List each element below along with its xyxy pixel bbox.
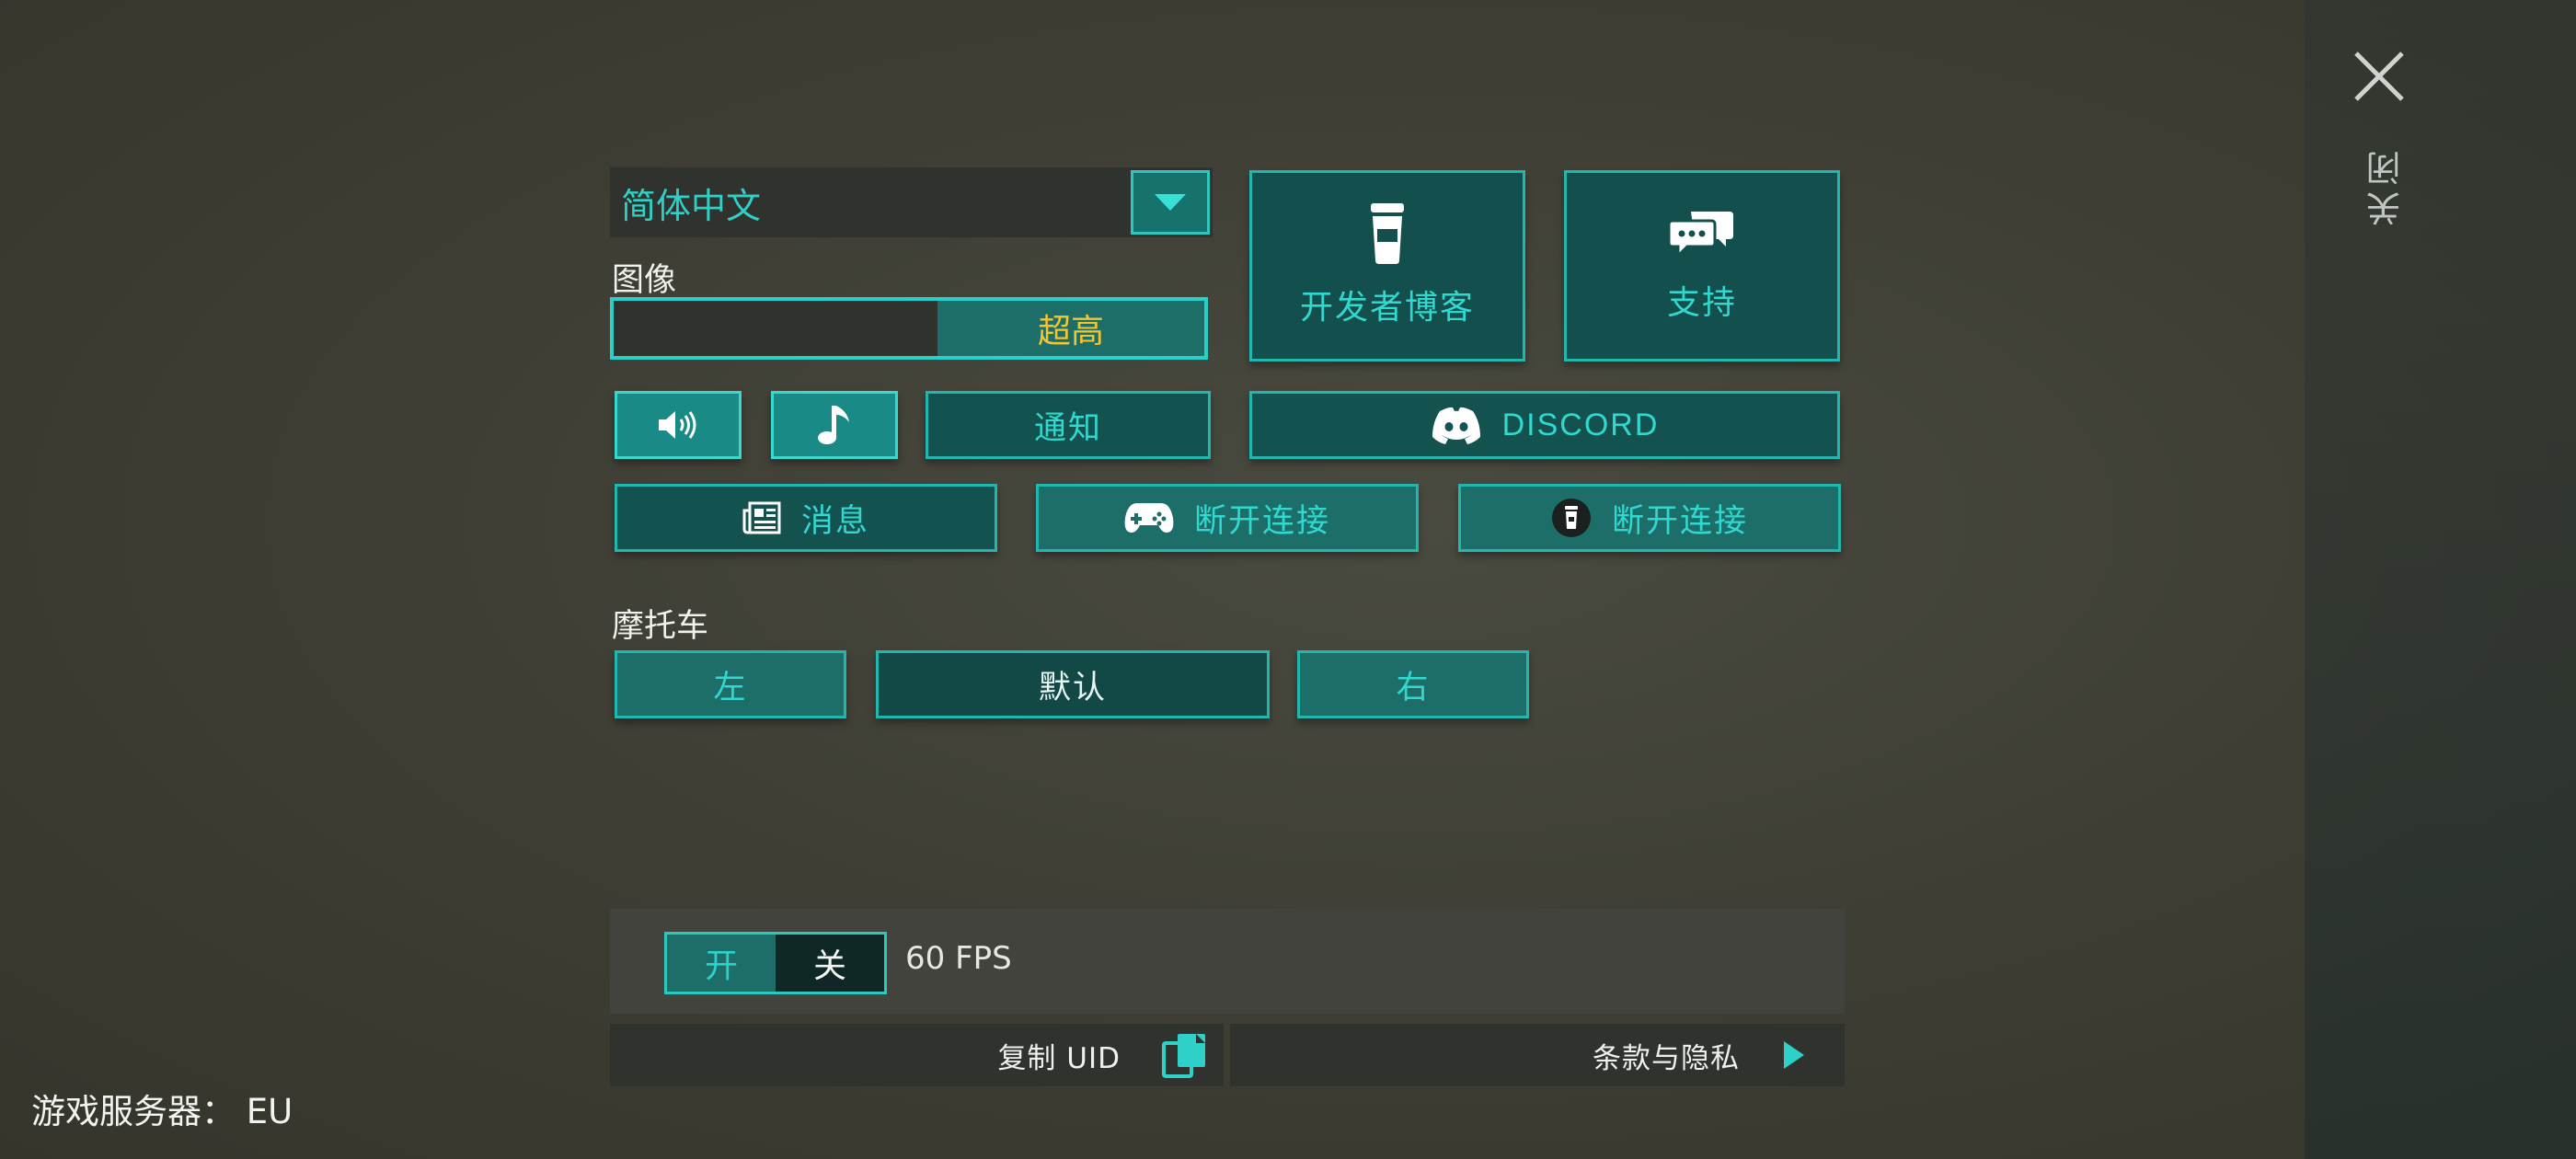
news-button[interactable]: 消息 [615,484,997,552]
terms-privacy-button[interactable]: 条款与隐私 [1230,1024,1845,1086]
fps-value: 60 FPS [905,940,1012,977]
graphics-label: 图像 [612,262,677,299]
notifications-label: 通知 [1033,409,1102,447]
moto-left-button[interactable]: 左 [615,650,846,718]
copy-uid-label: 复制 UID [997,1041,1121,1075]
news-label: 消息 [800,502,869,540]
language-value: 简体中文 [621,185,762,226]
copy-uid-button[interactable]: 复制 UID [610,1024,1224,1086]
cup-icon [1369,203,1406,264]
music-toggle-button[interactable] [771,391,898,459]
sound-toggle-button[interactable] [615,391,742,459]
discord-label: DISCORD [1501,407,1660,442]
moto-default-button[interactable]: 默认 [876,650,1270,718]
newspaper-icon [742,501,781,534]
wear-disconnect-button[interactable]: 断开连接 [1458,484,1841,552]
moto-right-button[interactable]: 右 [1297,650,1529,718]
right-side-panel [2305,0,2576,1159]
speaker-icon [657,409,699,441]
play-arrow-icon [1784,1041,1804,1069]
support-label: 支持 [1666,284,1737,322]
wear-disconnect-label: 断开连接 [1611,502,1748,540]
support-button[interactable]: 支持 [1564,170,1840,361]
dev-blog-button[interactable]: 开发者博客 [1249,170,1525,361]
gamepad-disconnect-button[interactable]: 断开连接 [1036,484,1419,552]
motorcycle-label: 摩托车 [612,608,709,645]
wear-cup-icon [1551,498,1592,538]
terms-privacy-label: 条款与隐私 [1593,1041,1740,1075]
language-select[interactable]: 简体中文 [610,167,1213,237]
gamepad-disconnect-label: 断开连接 [1193,502,1330,540]
discord-icon [1431,406,1482,444]
dev-blog-label: 开发者博客 [1299,289,1475,327]
gamepad-icon [1124,501,1174,534]
game-server-text: 游戏服务器： EU [31,1092,293,1131]
quality-value: 超高 [937,301,1204,356]
discord-button[interactable]: DISCORD [1249,391,1840,459]
chat-bubbles-icon [1669,208,1735,259]
fps-off-option[interactable]: 关 [776,935,884,992]
music-note-icon [818,404,851,446]
notifications-button[interactable]: 通知 [926,391,1211,459]
copy-icon [1161,1032,1209,1078]
moto-left-label: 左 [713,669,748,706]
quality-slider-track [614,301,937,356]
graphics-quality-slider[interactable]: 超高 [610,297,1208,360]
close-icon[interactable] [2351,48,2408,105]
close-label[interactable]: 关闭 [2361,145,2411,226]
dropdown-arrow-icon[interactable] [1131,170,1210,235]
fps-toggle[interactable]: 开 关 [664,932,887,994]
moto-default-label: 默认 [1038,669,1107,706]
moto-right-label: 右 [1396,669,1431,706]
fps-on-option[interactable]: 开 [667,935,776,992]
